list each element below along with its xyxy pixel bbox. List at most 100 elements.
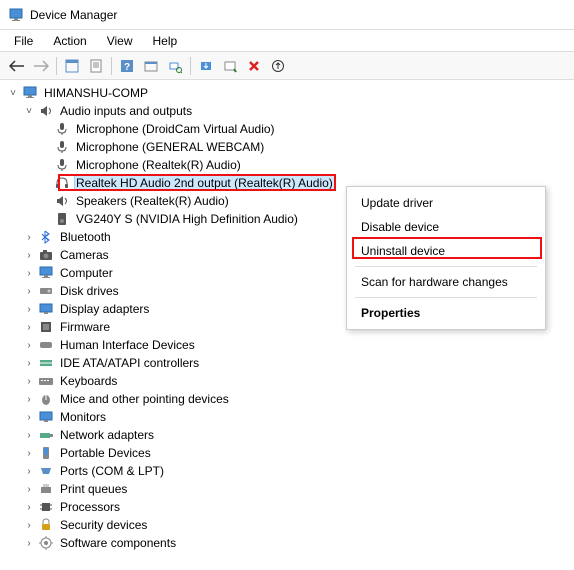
app-icon (8, 7, 24, 23)
expand-icon[interactable]: › (22, 536, 36, 550)
expand-icon[interactable]: › (22, 320, 36, 334)
expand-icon[interactable]: › (22, 284, 36, 298)
category-processors[interactable]: › Processors (6, 498, 574, 516)
toolbar-separator (190, 57, 191, 75)
expand-icon[interactable]: ˅ (6, 86, 20, 100)
ctx-update-driver[interactable]: Update driver (347, 191, 545, 215)
device-microphone-droidcam[interactable]: › Microphone (DroidCam Virtual Audio) (6, 120, 574, 138)
expand-icon[interactable]: ˅ (22, 104, 36, 118)
expand-icon[interactable]: › (22, 500, 36, 514)
category-audio[interactable]: ˅ Audio inputs and outputs (6, 102, 574, 120)
menu-bar: File Action View Help (0, 30, 574, 52)
tree-label: Print queues (58, 482, 129, 496)
properties-button[interactable] (85, 55, 107, 77)
microphone-icon (54, 157, 70, 173)
expand-icon[interactable]: › (22, 428, 36, 442)
category-keyboards[interactable]: ›Keyboards (6, 372, 574, 390)
forward-button[interactable] (30, 55, 52, 77)
expand-icon[interactable]: › (22, 392, 36, 406)
ctx-scan-hardware[interactable]: Scan for hardware changes (347, 270, 545, 294)
tree-label: Computer (58, 266, 115, 280)
tree-label: Firmware (58, 320, 112, 334)
device-category-icon (38, 481, 54, 497)
tree-label: IDE ATA/ATAPI controllers (58, 356, 201, 370)
tree-label: Network adapters (58, 428, 156, 442)
toolbar-separator (56, 57, 57, 75)
tree-label: Software components (58, 536, 178, 550)
category-ports-com-lpt-[interactable]: ›Ports (COM & LPT) (6, 462, 574, 480)
headphone-icon (54, 175, 70, 191)
category-human-interface-devices[interactable]: › Human Interface Devices (6, 336, 574, 354)
category-mice-and-other-pointing-devices[interactable]: › Mice and other pointing devices (6, 390, 574, 408)
tree-label: Speakers (Realtek(R) Audio) (74, 194, 231, 208)
device-microphone-realtek[interactable]: › Microphone (Realtek(R) Audio) (6, 156, 574, 174)
category-ide-ata-atapi-controllers[interactable]: › IDE ATA/ATAPI controllers (6, 354, 574, 372)
device-category-icon (38, 265, 54, 281)
device-category-icon (38, 337, 54, 353)
device-category-icon (38, 499, 54, 515)
menu-file[interactable]: File (6, 32, 41, 50)
computer-icon (22, 85, 38, 101)
expand-icon[interactable]: › (22, 230, 36, 244)
ctx-properties[interactable]: Properties (347, 301, 545, 325)
device-category-icon (38, 391, 54, 407)
device-category-icon (38, 517, 54, 533)
add-legacy-hardware-button[interactable] (267, 55, 289, 77)
speaker-icon (54, 193, 70, 209)
tree-label: Processors (58, 500, 122, 514)
tree-label: Security devices (58, 518, 149, 532)
tree-label: Display adapters (58, 302, 151, 316)
expand-icon[interactable]: › (22, 248, 36, 262)
tree-label: Mice and other pointing devices (58, 392, 231, 406)
ctx-separator (355, 266, 537, 267)
ctx-disable-device[interactable]: Disable device (347, 215, 545, 239)
device-category-icon (38, 247, 54, 263)
category-security-devices[interactable]: › Security devices (6, 516, 574, 534)
disable-device-button[interactable] (219, 55, 241, 77)
show-hide-console-button[interactable] (61, 55, 83, 77)
category-print-queues[interactable]: › Print queues (6, 480, 574, 498)
svg-text:?: ? (124, 62, 130, 73)
title-bar: Device Manager (0, 0, 574, 30)
speaker-icon (54, 211, 70, 227)
expand-icon[interactable]: › (22, 302, 36, 316)
expand-icon[interactable]: › (22, 266, 36, 280)
menu-action[interactable]: Action (45, 32, 94, 50)
category-monitors[interactable]: ›Monitors (6, 408, 574, 426)
uninstall-device-button[interactable] (243, 55, 265, 77)
expand-icon[interactable]: › (22, 374, 36, 388)
device-category-icon (38, 283, 54, 299)
scan-hardware-button[interactable] (164, 55, 186, 77)
action-button[interactable] (140, 55, 162, 77)
tree-label: Realtek HD Audio 2nd output (Realtek(R) … (74, 175, 335, 191)
title-text: Device Manager (30, 8, 117, 22)
tree-label: Portable Devices (58, 446, 153, 460)
device-category-icon (38, 301, 54, 317)
device-category-icon (38, 535, 54, 551)
expand-icon[interactable]: › (22, 518, 36, 532)
expand-icon[interactable]: › (22, 464, 36, 478)
tree-root[interactable]: ˅ HIMANSHU-COMP (6, 84, 574, 102)
expand-icon[interactable]: › (22, 338, 36, 352)
menu-view[interactable]: View (99, 32, 141, 50)
device-category-icon (38, 463, 54, 479)
update-driver-button[interactable] (195, 55, 217, 77)
device-category-icon (38, 373, 54, 389)
device-microphone-webcam[interactable]: › Microphone (GENERAL WEBCAM) (6, 138, 574, 156)
category-network-adapters[interactable]: › Network adapters (6, 426, 574, 444)
category-software-components[interactable]: › Software components (6, 534, 574, 552)
device-category-icon (38, 229, 54, 245)
toolbar: ? (0, 52, 574, 80)
expand-icon[interactable]: › (22, 482, 36, 496)
ctx-uninstall-device[interactable]: Uninstall device (347, 239, 545, 263)
back-button[interactable] (6, 55, 28, 77)
toolbar-separator (111, 57, 112, 75)
category-portable-devices[interactable]: › Portable Devices (6, 444, 574, 462)
menu-help[interactable]: Help (145, 32, 186, 50)
expand-icon[interactable]: › (22, 410, 36, 424)
expand-icon[interactable]: › (22, 356, 36, 370)
tree-label: Human Interface Devices (58, 338, 197, 352)
tree-label: Microphone (GENERAL WEBCAM) (74, 140, 266, 154)
expand-icon[interactable]: › (22, 446, 36, 460)
help-button[interactable]: ? (116, 55, 138, 77)
